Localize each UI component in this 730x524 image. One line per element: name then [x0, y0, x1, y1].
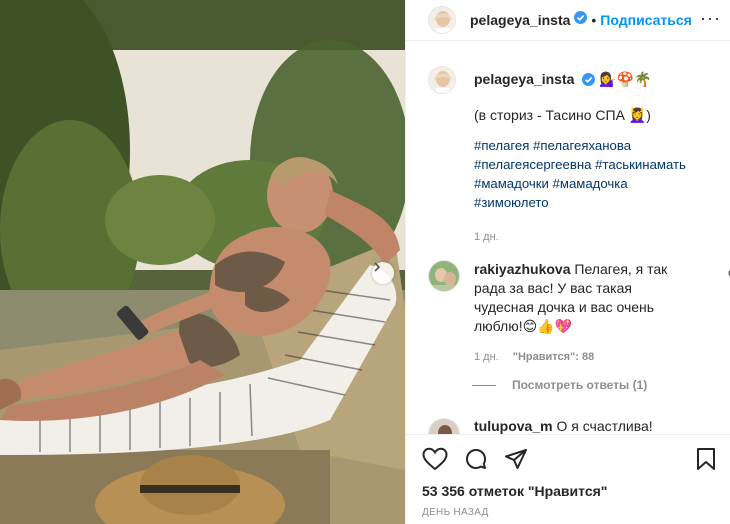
- caption-avatar[interactable]: [428, 66, 456, 94]
- caption-time[interactable]: 1 дн.: [474, 228, 724, 246]
- hashtag-line[interactable]: #мамадочки #мамадочка: [474, 174, 724, 193]
- carousel-next-button[interactable]: [372, 262, 394, 284]
- header-divider: [406, 40, 730, 41]
- caption-username[interactable]: pelageya_insta: [474, 71, 574, 87]
- photo-illustration: [0, 0, 405, 524]
- commenter-avatar[interactable]: [428, 260, 460, 292]
- comment-body: rakiyazhukova Пелагея, я так рада за вас…: [474, 260, 694, 367]
- share-paper-plane-icon[interactable]: [504, 447, 528, 476]
- post-date[interactable]: ДЕНЬ НАЗАД: [422, 507, 489, 518]
- author-avatar[interactable]: [428, 6, 456, 34]
- comment-likes[interactable]: "Нравится": 88: [513, 348, 594, 367]
- header-separator: •: [591, 12, 597, 28]
- caption-body: pelageya_insta 💁‍♀️🍄🌴 (в сториз - Тасино…: [474, 70, 724, 246]
- verified-badge-icon: [574, 11, 588, 29]
- reply-divider-line: [472, 384, 496, 386]
- view-replies-label: Посмотреть ответы (1): [512, 378, 648, 392]
- follow-button[interactable]: Подписаться: [600, 12, 692, 28]
- avatar-image: [429, 261, 459, 291]
- author-username[interactable]: pelageya_insta: [470, 12, 570, 28]
- comment-bubble-icon[interactable]: [464, 447, 488, 476]
- hashtag-line[interactable]: #зимоюлето: [474, 193, 724, 212]
- like-heart-icon[interactable]: [422, 447, 448, 476]
- avatar-image: [429, 7, 455, 33]
- comment-time[interactable]: 1 дн.: [474, 348, 499, 367]
- caption-text: (в сториз - Тасино СПА 💆‍♀️): [474, 107, 651, 123]
- post-side-panel: pelageya_insta • Подписаться ··· pelagey…: [405, 0, 730, 524]
- avatar-image: [429, 67, 455, 93]
- comment-meta: 1 дн. "Нравится": 88: [474, 348, 694, 367]
- more-options-icon[interactable]: ···: [700, 8, 721, 29]
- caption-emojis: 💁‍♀️🍄🌴: [599, 71, 652, 87]
- hashtag-line[interactable]: #пелагея #пелагеяханова: [474, 136, 724, 155]
- post-actions-bar: 53 356 отметок "Нравится" ДЕНЬ НАЗАД: [406, 434, 730, 524]
- comment-text-line: чудесная дочка и вас очень: [474, 299, 655, 315]
- commenter-username[interactable]: rakiyazhukova: [474, 261, 571, 277]
- hashtag-line[interactable]: #пелагеясергеевна #таськинамать: [474, 155, 724, 174]
- comment-text-line: О я счастлива!: [556, 418, 653, 434]
- likes-count[interactable]: 53 356 отметок "Нравится": [422, 483, 607, 499]
- post-header: pelageya_insta • Подписаться ···: [406, 0, 730, 40]
- chevron-right-icon: [374, 262, 381, 272]
- caption-hashtags: #пелагея #пелагеяханова #пелагеясергеевн…: [474, 136, 724, 212]
- comment-text-line: Пелагея, я так: [574, 261, 668, 277]
- post-photo[interactable]: [0, 0, 405, 524]
- avatar-image: [429, 419, 459, 434]
- commenter-avatar[interactable]: [428, 418, 460, 434]
- next-comment-item: tulupova_m О я счастлива!: [428, 418, 728, 434]
- comment-text-line: люблю!😊👍💖: [474, 318, 573, 334]
- commenter-username[interactable]: tulupova_m: [474, 418, 553, 434]
- verified-badge-icon: [582, 72, 596, 90]
- bookmark-icon[interactable]: [695, 447, 717, 476]
- comment-text-line: рада за вас! У вас такая: [474, 280, 632, 296]
- instagram-post: pelageya_insta • Подписаться ··· pelagey…: [0, 0, 730, 524]
- view-replies-button[interactable]: Посмотреть ответы (1): [472, 378, 647, 392]
